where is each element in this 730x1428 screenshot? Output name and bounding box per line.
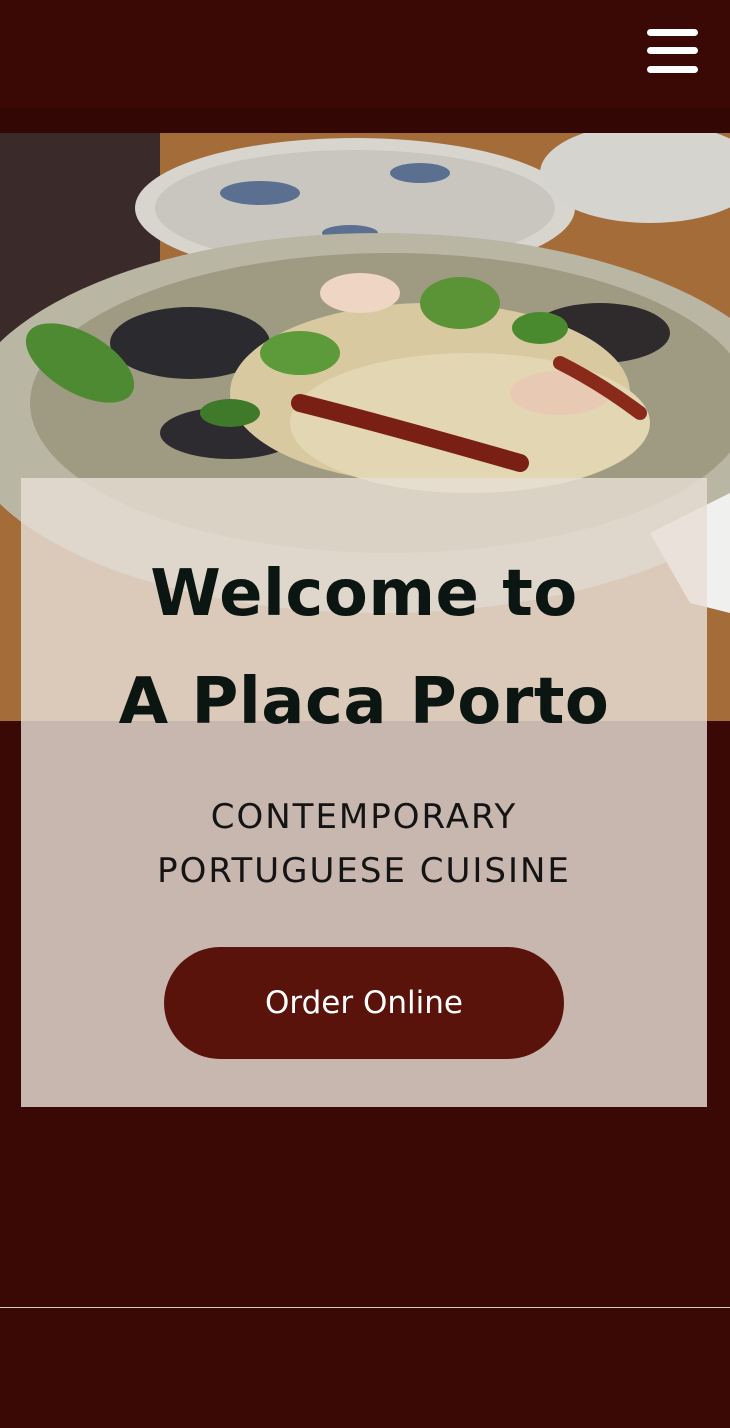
welcome-card: Welcome to A Placa Porto CONTEMPORARY PO… (21, 478, 707, 1107)
welcome-title: Welcome to A Placa Porto (21, 540, 707, 756)
welcome-title-line1: Welcome to (150, 557, 578, 631)
order-online-button[interactable]: Order Online (164, 947, 564, 1059)
top-bar (0, 0, 730, 108)
subtitle-line1: CONTEMPORARY (210, 797, 518, 837)
subtitle-line2: PORTUGUESE CUISINE (157, 851, 571, 891)
menu-button[interactable] (640, 24, 704, 80)
cuisine-subtitle: CONTEMPORARY PORTUGUESE CUISINE (21, 790, 707, 898)
footer (0, 1308, 730, 1428)
page: Welcome to A Placa Porto CONTEMPORARY PO… (0, 0, 730, 1428)
header-shadow (0, 108, 730, 133)
welcome-title-line2: A Placa Porto (118, 665, 610, 739)
